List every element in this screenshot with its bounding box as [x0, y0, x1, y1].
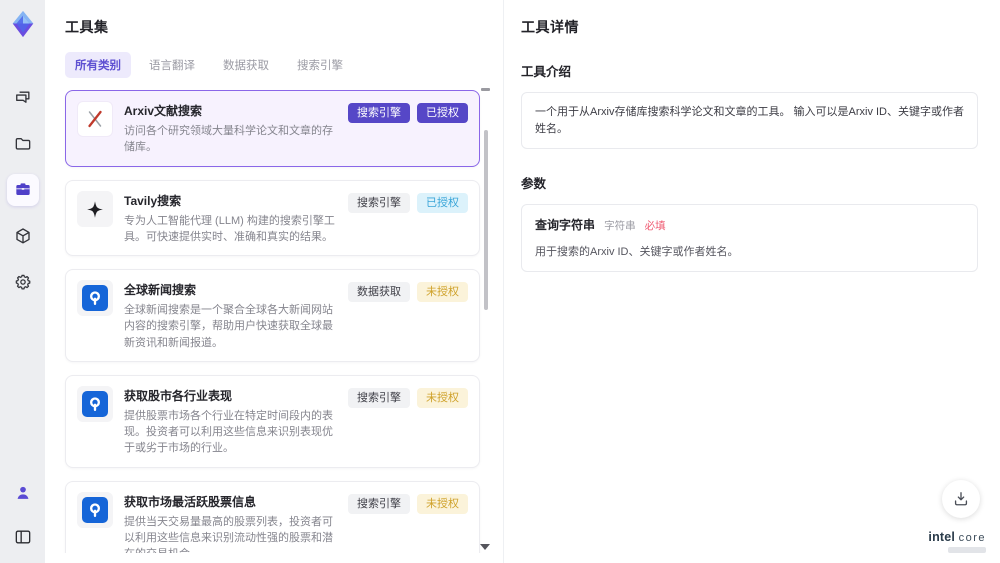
param-type: 字符串: [604, 220, 636, 232]
brand-intel: intel: [928, 530, 956, 544]
scrollbar-up-arrow[interactable]: [481, 88, 490, 91]
params-heading: 参数: [521, 177, 547, 191]
category-badge: 搜索引擎: [348, 192, 410, 213]
intro-text: 一个用于从Arxiv存储库搜索科学论文和文章的工具。 输入可以是Arxiv ID…: [535, 106, 964, 135]
arxiv-icon: [77, 101, 113, 137]
tool-desc: 提供股票市场各个行业在特定时间段内的表现。投资者可以利用这些信息来识别表现优于或…: [124, 409, 333, 455]
tool-card-global-news[interactable]: 全球新闻搜索 全球新闻搜索是一个聚合全球各大新闻网站内容的搜索引擎，帮助用户快速…: [65, 269, 480, 362]
tool-name: Arxiv文献搜索: [124, 104, 203, 118]
intro-heading: 工具介绍: [521, 65, 572, 79]
tool-card-arxiv[interactable]: Arxiv文献搜索 访问各个研究领域大量科学论文和文章的存储库。 搜索引擎 已授…: [65, 90, 480, 167]
tool-details-panel: 工具详情 工具介绍 一个用于从Arxiv存储库搜索科学论文和文章的工具。 输入可…: [503, 0, 1000, 563]
tool-name: 获取股市各行业表现: [124, 388, 233, 403]
briefcase-icon[interactable]: [6, 174, 39, 206]
param-name: 查询字符串: [535, 218, 596, 232]
app-window: 工具集 所有类别 语言翻译 数据获取 搜索引擎 Arxiv文献搜索 访问各个研究…: [0, 0, 1000, 563]
tab-all-categories[interactable]: 所有类别: [65, 52, 131, 78]
status-badge: 未授权: [417, 387, 468, 409]
scrollbar-thumb[interactable]: [484, 130, 488, 310]
tab-data-fetch[interactable]: 数据获取: [213, 52, 279, 78]
left-rail: [0, 0, 45, 563]
details-title: 工具详情: [521, 19, 579, 35]
tool-card-most-active-stocks[interactable]: 获取市场最活跃股票信息 提供当天交易量最高的股票列表，投资者可以利用这些信息来识…: [65, 480, 480, 553]
tab-language-translation[interactable]: 语言翻译: [139, 52, 205, 78]
category-badge: 搜索引擎: [348, 387, 410, 409]
download-icon: [954, 492, 968, 506]
status-badge: 未授权: [417, 493, 468, 514]
param-desc: 用于搜索的Arxiv ID、关键字或作者姓名。: [535, 245, 739, 258]
tool-name: Tavily搜索: [124, 193, 182, 208]
status-badge: 已授权: [417, 192, 468, 213]
news-q-icon: [77, 491, 113, 528]
app-logo-icon: [7, 8, 39, 40]
chat-icon[interactable]: [7, 82, 39, 114]
tool-list: Arxiv文献搜索 访问各个研究领域大量科学论文和文章的存储库。 搜索引擎 已授…: [45, 90, 503, 553]
tool-desc: 全球新闻搜索是一个聚合全球各大新闻网站内容的搜索引擎，帮助用户快速获取全球最新资…: [124, 304, 333, 349]
rail-nav: [6, 82, 39, 298]
category-badge: 搜索引擎: [348, 103, 410, 124]
rail-bottom: [7, 477, 39, 553]
toolset-title: 工具集: [65, 19, 109, 35]
tool-desc: 专为人工智能代理 (LLM) 构建的搜索引擎工具。可快速提供实时、准确和真实的结…: [124, 214, 335, 243]
param-box: 查询字符串 字符串 必填 用于搜索的Arxiv ID、关键字或作者姓名。: [521, 204, 978, 273]
intro-box: 一个用于从Arxiv存储库搜索科学论文和文章的工具。 输入可以是Arxiv ID…: [521, 92, 978, 149]
tool-card-sector-performance[interactable]: 获取股市各行业表现 提供股票市场各个行业在特定时间段内的表现。投资者可以利用这些…: [65, 374, 480, 468]
news-q-icon: [77, 385, 113, 422]
status-badge: 未授权: [417, 282, 468, 303]
panel-toggle-icon[interactable]: [7, 521, 39, 553]
tab-search-engine[interactable]: 搜索引擎: [287, 52, 353, 78]
news-q-icon: [77, 280, 113, 317]
intel-core-logo: intel core: [928, 530, 986, 553]
tool-card-tavily[interactable]: Tavily搜索 专为人工智能代理 (LLM) 构建的搜索引擎工具。可快速提供实…: [65, 179, 480, 257]
category-badge: 搜索引擎: [348, 493, 410, 514]
category-tabs: 所有类别 语言翻译 数据获取 搜索引擎: [65, 52, 503, 78]
download-button[interactable]: [942, 480, 980, 518]
gear-icon[interactable]: [7, 266, 39, 298]
tavily-star-icon: [77, 190, 113, 227]
brand-sub-badge: [948, 547, 986, 553]
tool-name: 获取市场最活跃股票信息: [124, 494, 257, 509]
tool-name: 全球新闻搜索: [124, 283, 197, 298]
cube-icon[interactable]: [7, 220, 39, 252]
brand-core: core: [958, 532, 986, 544]
param-required-badge: 必填: [644, 220, 666, 232]
toolset-panel: 工具集 所有类别 语言翻译 数据获取 搜索引擎 Arxiv文献搜索 访问各个研究…: [45, 0, 503, 563]
scrollbar-down-arrow[interactable]: [480, 544, 490, 550]
tool-desc: 提供当天交易量最高的股票列表，投资者可以利用这些信息来识别流动性强的股票和潜在的…: [124, 515, 333, 553]
user-icon[interactable]: [7, 477, 39, 509]
tool-desc: 访问各个研究领域大量科学论文和文章的存储库。: [124, 125, 333, 154]
folder-icon[interactable]: [7, 128, 39, 160]
status-badge: 已授权: [417, 103, 468, 124]
category-badge: 数据获取: [348, 282, 410, 303]
